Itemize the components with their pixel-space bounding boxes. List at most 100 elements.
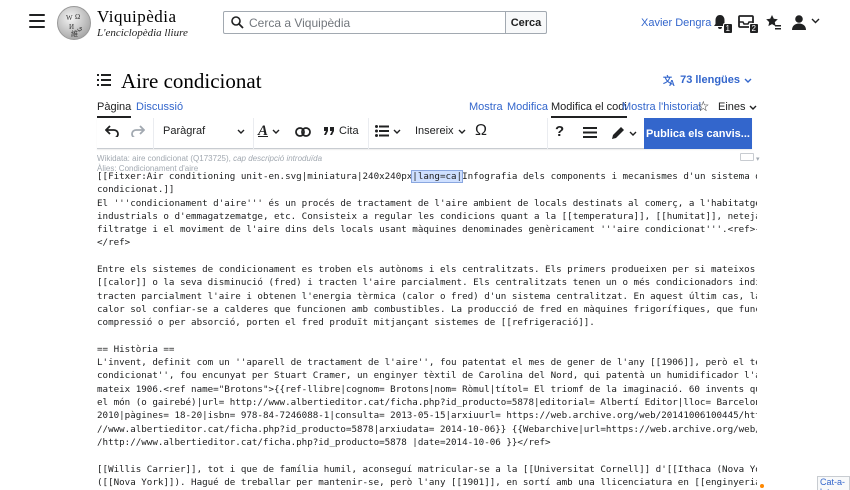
- publish-changes-button[interactable]: Publica els canvis...: [644, 118, 752, 149]
- user-avatar-icon[interactable]: [791, 14, 809, 32]
- editor-line[interactable]: [[calor]] o la seva disminució (fred) i …: [97, 276, 757, 289]
- editor-text: industrials o d'emmagatzematge, etc. Con…: [97, 210, 757, 222]
- editor-text: /http://www.albertieditor.cat/ficha.php?…: [97, 436, 551, 448]
- notices-tray-icon[interactable]: 2: [738, 14, 759, 34]
- list-dropdown[interactable]: [375, 125, 401, 137]
- search-input[interactable]: [249, 14, 499, 31]
- tab-page[interactable]: Pàgina: [97, 101, 132, 118]
- toolbar-divider: [368, 118, 369, 149]
- editor-toolbar: Paràgraf A Cita Insereix Ω ? Publica els…: [97, 118, 752, 149]
- editor-line[interactable]: condicionat.]]: [97, 183, 757, 196]
- cat-a-lot-tab[interactable]: Cat-a-lot: [817, 476, 850, 490]
- editor-text: mateix 1906.<ref name="Brotons">{{ref-ll…: [97, 383, 757, 395]
- chevron-down-icon: [744, 78, 752, 83]
- editor-line[interactable]: El '''condicionament d'aire''' és un pro…: [97, 197, 757, 210]
- special-character-omega-icon[interactable]: Ω: [475, 122, 487, 140]
- editor-text: //www.albertieditor.cat/ficha.php?id_pro…: [97, 423, 757, 435]
- chevron-down-icon[interactable]: ▾: [756, 155, 760, 163]
- wikitext-editor[interactable]: [[Fitxer:Air conditioning unit-en.svg|mi…: [97, 170, 757, 489]
- help-question-icon[interactable]: ?: [555, 123, 564, 140]
- chevron-down-icon: [237, 129, 245, 134]
- tab-history[interactable]: Mostra l'historial: [622, 101, 701, 113]
- main-menu-button[interactable]: [29, 14, 45, 28]
- editor-line[interactable]: [[Willis Carrier]], tot i que de família…: [97, 463, 757, 476]
- undo-button[interactable]: [105, 125, 119, 137]
- editor-line[interactable]: el món (o gairebé)|url= http://www.alber…: [97, 396, 757, 409]
- table-of-contents-icon[interactable]: [97, 74, 111, 86]
- editor-line[interactable]: industrials o d'emmagatzematge, etc. Con…: [97, 210, 757, 223]
- editor-line[interactable]: 2010|pàgines= 18-20|isbn= 978-84-7246088…: [97, 409, 757, 422]
- tab-edit[interactable]: Modifica: [507, 101, 548, 113]
- editor-text: [[Willis Carrier]], tot i que de família…: [97, 463, 757, 475]
- redo-button[interactable]: [131, 125, 145, 137]
- page-title-row: Aire condicionat 文A 73 llengües: [97, 68, 752, 96]
- editor-text: ([[Nova York]]). Hagué de treballar per …: [97, 476, 757, 488]
- editor-text: condicionat.]]: [97, 184, 175, 196]
- toolbar-divider: [253, 118, 254, 149]
- link-button[interactable]: [295, 127, 311, 137]
- wikipedia-globe-logo[interactable]: WΩИي維: [57, 6, 91, 40]
- editor-text: Infografia dels components i mecanismes …: [462, 171, 757, 182]
- editor-line[interactable]: //www.albertieditor.cat/ficha.php?id_pro…: [97, 423, 757, 436]
- editor-text: filtratge i el moviment de l'aire dins d…: [97, 224, 757, 236]
- editor-text: Entre els sistemes de condicionament es …: [97, 264, 757, 276]
- editor-line[interactable]: Entre els sistemes de condicionament es …: [97, 263, 757, 276]
- paragraph-format-dropdown[interactable]: Paràgraf: [163, 125, 245, 137]
- wikidata-link[interactable]: Wikidata: aire condicionat (Q173725),: [97, 154, 231, 163]
- editor-line[interactable]: /http://www.albertieditor.cat/ficha.php?…: [97, 436, 757, 449]
- cite-button[interactable]: Cita: [323, 125, 359, 137]
- editor-line[interactable]: tracten parcialment l'aire i obtenen l'e…: [97, 290, 757, 303]
- undo-icon: [105, 125, 119, 137]
- site-wordmark[interactable]: Viquipèdia: [97, 7, 177, 27]
- keyboard-icon[interactable]: [740, 153, 754, 161]
- tab-edit-source[interactable]: Modifica el codi: [551, 101, 627, 118]
- editor-line[interactable]: [97, 250, 757, 263]
- paragraph-format-label: Paràgraf: [163, 125, 206, 137]
- editor-line[interactable]: condicionat'', fou encunyat per Stuart C…: [97, 369, 757, 382]
- editor-text: El '''condicionament d'aire''' és un pro…: [97, 197, 757, 209]
- editor-text: == Història ==: [97, 343, 175, 355]
- editor-line[interactable]: [[Fitxer:Air conditioning unit-en.svg|mi…: [97, 170, 757, 183]
- editor-text: tracten parcialment l'aire i obtenen l'e…: [97, 290, 757, 302]
- menu-lines-icon: [583, 127, 597, 138]
- page-options-menu[interactable]: [583, 127, 597, 138]
- language-button[interactable]: 文A 73 llengües: [663, 74, 752, 86]
- svg-text:A: A: [669, 79, 675, 86]
- watchlist-icon[interactable]: [765, 14, 783, 32]
- editor-line[interactable]: [97, 449, 757, 462]
- editor-text: L'invent, definit com un ''aparell de tr…: [97, 357, 757, 369]
- editor-line[interactable]: compressió o per absorció, porten el fre…: [97, 316, 757, 329]
- editor-line[interactable]: ([[Nova York]]). Hagué de treballar per …: [97, 476, 757, 489]
- editor-line[interactable]: </ref>: [97, 236, 757, 249]
- editor-line[interactable]: filtratge i el moviment de l'aire dins d…: [97, 223, 757, 236]
- tab-talk[interactable]: Discussió: [136, 101, 183, 113]
- watch-star-icon[interactable]: ☆: [697, 98, 710, 115]
- search-button[interactable]: Cerca: [505, 11, 547, 34]
- editor-line[interactable]: mateix 1906.<ref name="Brotons">{{ref-ll…: [97, 383, 757, 396]
- insert-dropdown[interactable]: Insereix: [415, 125, 466, 137]
- page-title: Aire condicionat: [121, 69, 262, 93]
- text-style-dropdown[interactable]: A: [258, 123, 280, 140]
- tools-menu[interactable]: Eines: [718, 101, 757, 113]
- status-dot: [760, 484, 764, 488]
- editor-line[interactable]: L'invent, definit com un ''aparell de tr…: [97, 356, 757, 369]
- site-tagline: L'enciclopèdia lliure: [97, 27, 188, 39]
- translate-icon: 文A: [663, 74, 675, 86]
- insert-label: Insereix: [415, 125, 454, 137]
- edit-mode-switch[interactable]: [611, 126, 637, 140]
- editor-text: condicionat'', fou encunyat per Stuart C…: [97, 370, 757, 382]
- alerts-bell-icon[interactable]: 1: [712, 14, 733, 34]
- svg-text:Ω: Ω: [75, 13, 80, 21]
- alerts-count: 1: [722, 23, 733, 34]
- editor-text: [[Fitxer:Air conditioning unit-en.svg|mi…: [97, 171, 413, 182]
- selected-text: |lang=ca|: [411, 170, 464, 183]
- editor-line[interactable]: calor sol confiar-se a calderes que func…: [97, 303, 757, 316]
- svg-text:W: W: [66, 14, 73, 22]
- chevron-down-icon[interactable]: [811, 18, 820, 24]
- wikidata-description[interactable]: cap descripció introduïda: [233, 154, 322, 163]
- editor-line[interactable]: == Història ==: [97, 343, 757, 356]
- editor-line[interactable]: [97, 330, 757, 343]
- user-name-link[interactable]: Xavier Dengra: [641, 17, 711, 29]
- bullet-list-icon: [375, 125, 389, 137]
- tab-read[interactable]: Mostra: [469, 101, 503, 113]
